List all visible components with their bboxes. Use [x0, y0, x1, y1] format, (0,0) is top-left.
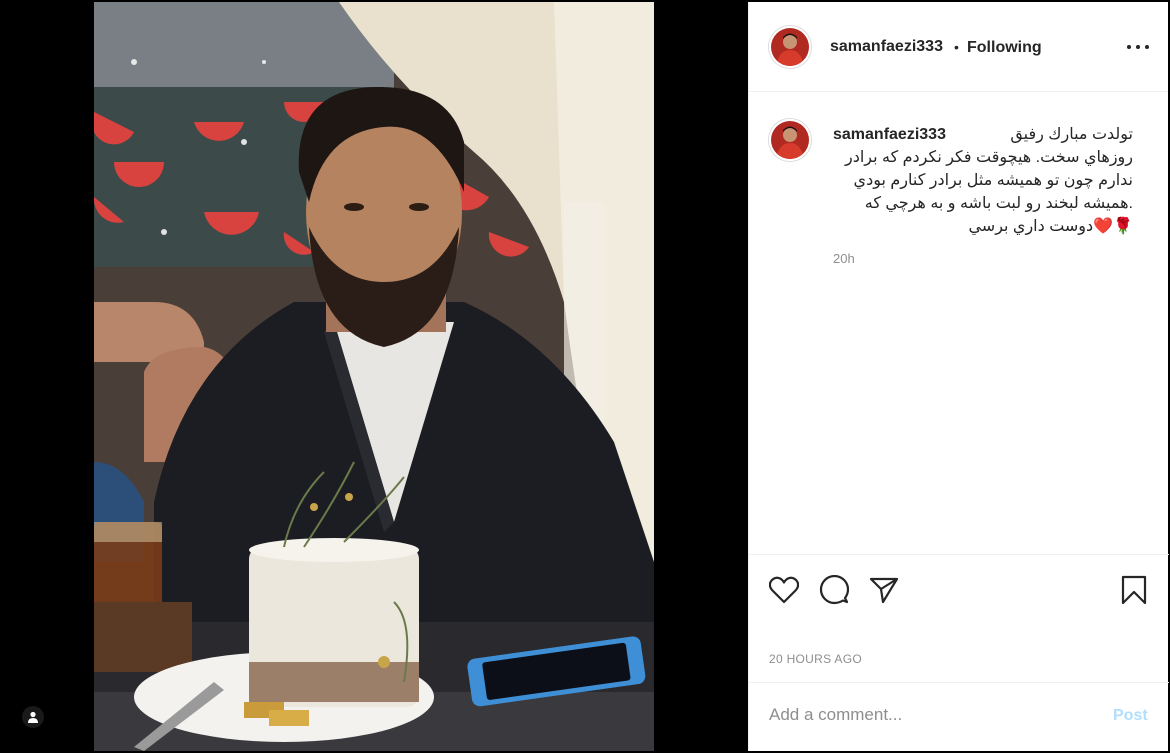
post-media — [0, 0, 748, 753]
post-header: samanfaezi333 • Following — [749, 2, 1168, 92]
more-options-icon[interactable] — [1127, 42, 1149, 52]
caption-line: .هميشه لبخند رو لبت باشه و به هرچي كه — [864, 195, 1133, 212]
post-details-panel: samanfaezi333 • Following samanfaezi333 … — [748, 2, 1169, 751]
bookmark-icon[interactable] — [1117, 573, 1151, 607]
caption-text: samanfaezi333 تولدت مبارك رفيق روزهاي سخ… — [833, 123, 1133, 238]
header-username[interactable]: samanfaezi333 — [830, 38, 943, 56]
heart-icon[interactable] — [767, 573, 801, 607]
comment-bar: Post — [749, 682, 1169, 751]
header-separator: • — [954, 39, 959, 55]
user-tag-icon[interactable] — [22, 706, 44, 728]
caption-username[interactable]: samanfaezi333 — [833, 123, 946, 146]
post-comment-button[interactable]: Post — [1113, 707, 1148, 725]
caption-line: ندارم چون تو هميشه مثل برادر كنارم بودي — [853, 172, 1133, 189]
paper-plane-icon[interactable] — [867, 573, 901, 607]
photo-illustration — [94, 2, 654, 751]
action-bar — [749, 554, 1169, 605]
post-timestamp[interactable]: 20 HOURS AGO — [769, 652, 862, 666]
comment-icon[interactable] — [817, 573, 851, 607]
comment-input[interactable] — [769, 705, 1089, 725]
following-button[interactable]: Following — [967, 39, 1042, 57]
caption-line: روزهاي سخت. هيچوقت فكر نكردم كه برادر — [844, 149, 1133, 166]
caption-line: 🌹❤️دوست داري برسي — [968, 218, 1133, 235]
caption-relative-time[interactable]: 20h — [833, 251, 855, 266]
post-photo[interactable] — [94, 2, 654, 751]
avatar[interactable] — [769, 26, 811, 68]
caption-avatar[interactable] — [769, 119, 811, 161]
